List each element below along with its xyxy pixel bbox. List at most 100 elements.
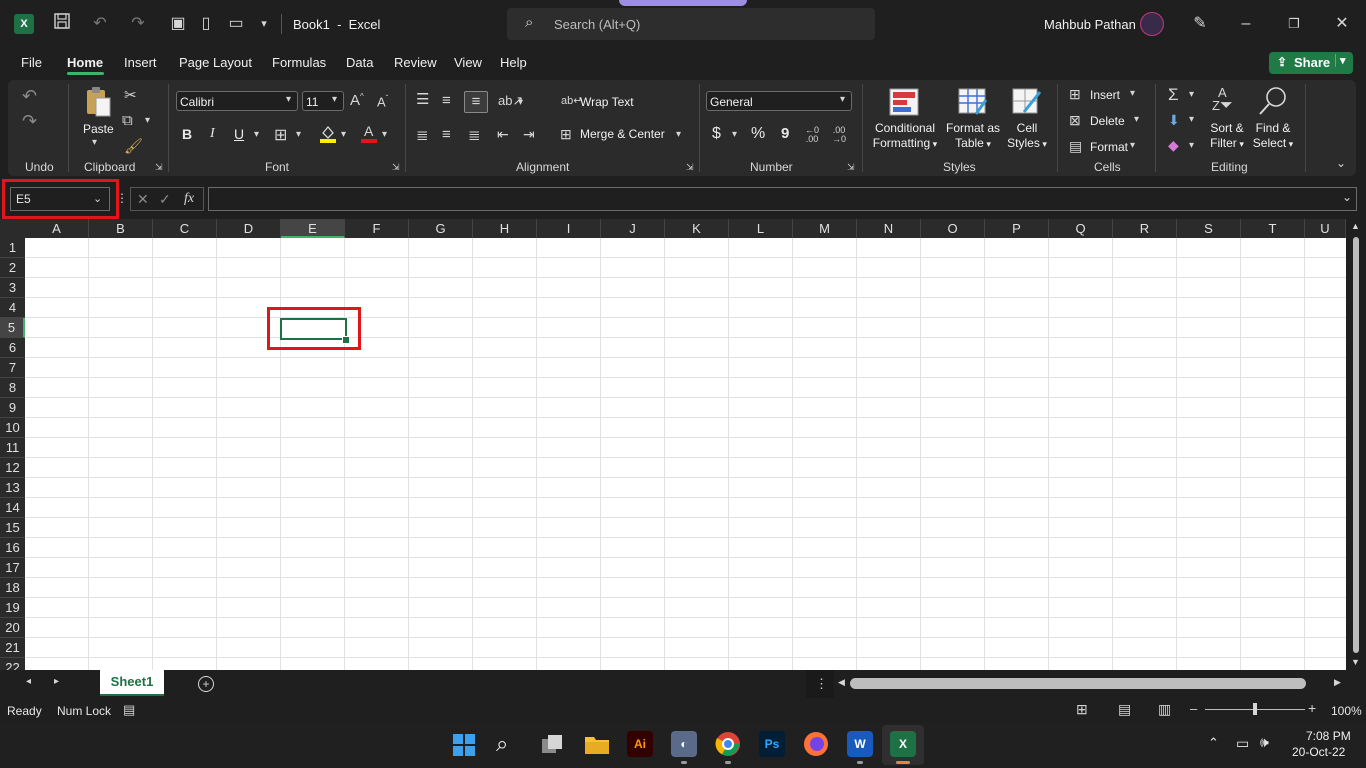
app-icon[interactable]: ◐	[671, 731, 697, 757]
column-header-a[interactable]: A	[25, 219, 89, 238]
font-color-dropdown-icon[interactable]: ▾	[382, 129, 387, 140]
delete-cells-icon[interactable]: ⊠	[1069, 112, 1081, 129]
avatar[interactable]	[1140, 12, 1164, 36]
firefox-icon[interactable]	[803, 731, 829, 757]
illustrator-icon[interactable]: Ai	[627, 731, 653, 757]
task-view-icon[interactable]	[540, 733, 564, 755]
wrap-text-button[interactable]: Wrap Text	[580, 95, 634, 110]
increase-indent-icon[interactable]: ⇥	[523, 126, 535, 143]
merge-center-button[interactable]: Merge & Center	[580, 127, 665, 142]
number-format-select[interactable]: General	[706, 91, 852, 111]
merge-dropdown-icon[interactable]: ▾	[676, 129, 681, 140]
row-header-6[interactable]: 6	[0, 338, 25, 358]
autosum-icon[interactable]: Σ	[1168, 85, 1179, 105]
clock-time[interactable]: 7:08 PM	[1306, 729, 1351, 743]
insert-function-button[interactable]: fx	[184, 191, 194, 207]
menu-home[interactable]: Home	[67, 54, 103, 72]
menu-data[interactable]: Data	[346, 54, 373, 72]
search-icon[interactable]: ⌕	[496, 731, 508, 757]
conditional-formatting-button[interactable]: Conditional Formatting ▾	[872, 121, 938, 152]
row-header-15[interactable]: 15	[0, 518, 25, 538]
align-top-icon[interactable]: ☰	[416, 90, 429, 108]
paste-dropdown-icon[interactable]: ▾	[92, 137, 97, 148]
scroll-right-icon[interactable]: ▶	[1334, 677, 1341, 688]
expand-formula-bar-icon[interactable]: ⌄	[1342, 190, 1352, 204]
column-header-m[interactable]: M	[793, 219, 857, 238]
menu-file[interactable]: File	[21, 54, 42, 72]
column-header-i[interactable]: I	[537, 219, 601, 238]
prev-sheet-icon[interactable]: ◂	[26, 676, 31, 687]
row-header-20[interactable]: 20	[0, 618, 25, 638]
format-painter-icon[interactable]: 🖌	[124, 137, 143, 155]
delete-cells-button[interactable]: Delete	[1090, 114, 1125, 129]
vertical-scroll-thumb[interactable]	[1353, 237, 1359, 653]
align-bottom-icon[interactable]: ≡	[464, 91, 488, 113]
insert-cells-icon[interactable]: ⊞	[1069, 86, 1081, 103]
cell-grid[interactable]	[25, 238, 1346, 670]
row-header-21[interactable]: 21	[0, 638, 25, 658]
column-header-t[interactable]: T	[1241, 219, 1305, 238]
new-file-icon[interactable]: ▯	[194, 12, 218, 36]
zoom-level[interactable]: 100%	[1331, 704, 1362, 718]
add-sheet-icon[interactable]: +	[198, 676, 214, 692]
row-header-2[interactable]: 2	[0, 258, 25, 278]
increase-font-icon[interactable]: A^	[350, 92, 364, 109]
decrease-font-icon[interactable]: Aˇ	[377, 94, 388, 109]
align-center-icon[interactable]: ≡	[442, 126, 451, 143]
conditional-formatting-icon[interactable]	[889, 88, 919, 116]
align-left-icon[interactable]: ≣	[416, 126, 429, 144]
row-header-13[interactable]: 13	[0, 478, 25, 498]
row-header-12[interactable]: 12	[0, 458, 25, 478]
ribbon-collapse-icon[interactable]: ⌄	[1336, 156, 1346, 170]
menu-insert[interactable]: Insert	[124, 54, 157, 72]
start-icon[interactable]	[452, 733, 476, 757]
decrease-decimal-icon[interactable]: .00 →0	[832, 126, 846, 144]
comma-button[interactable]: 9	[781, 125, 789, 142]
column-header-b[interactable]: B	[89, 219, 153, 238]
menu-help[interactable]: Help	[500, 54, 527, 72]
row-header-19[interactable]: 19	[0, 598, 25, 618]
share-button[interactable]: ⇪ Share ▾	[1269, 52, 1353, 74]
merge-center-icon[interactable]: ⊞	[560, 126, 572, 143]
file-explorer-icon[interactable]	[584, 733, 610, 755]
column-header-p[interactable]: P	[985, 219, 1049, 238]
word-icon[interactable]: W	[847, 731, 873, 757]
autosum-dropdown-icon[interactable]: ▾	[1189, 89, 1194, 100]
paste-icon[interactable]	[84, 86, 112, 118]
confirm-entry-icon[interactable]: ✓	[159, 191, 171, 208]
column-header-s[interactable]: S	[1177, 219, 1241, 238]
sheet-tab-sheet1[interactable]: Sheet1	[100, 670, 164, 696]
page-layout-view-icon[interactable]: ▤	[1118, 701, 1131, 718]
percent-button[interactable]: %	[751, 125, 765, 143]
zoom-out-icon[interactable]: –	[1190, 701, 1197, 716]
column-header-u[interactable]: U	[1305, 219, 1346, 238]
scroll-up-icon[interactable]: ▲	[1351, 221, 1360, 231]
column-header-q[interactable]: Q	[1049, 219, 1113, 238]
zoom-in-icon[interactable]: +	[1308, 700, 1316, 716]
format-dropdown-icon[interactable]: ▾	[1130, 140, 1135, 151]
column-header-l[interactable]: L	[729, 219, 793, 238]
print-preview-icon[interactable]: ▣	[166, 12, 190, 36]
align-right-icon[interactable]: ≣	[468, 126, 481, 144]
font-name-select[interactable]: Calibri	[176, 91, 298, 111]
sort-filter-button[interactable]: Sort & Filter ▾	[1206, 121, 1248, 152]
scroll-left-icon[interactable]: ◀	[838, 677, 845, 688]
fill-color-dropdown-icon[interactable]: ▾	[341, 129, 346, 140]
clear-dropdown-icon[interactable]: ▾	[1189, 140, 1194, 151]
currency-dropdown-icon[interactable]: ▾	[732, 129, 737, 140]
row-header-17[interactable]: 17	[0, 558, 25, 578]
column-header-n[interactable]: N	[857, 219, 921, 238]
find-select-button[interactable]: Find & Select ▾	[1250, 121, 1296, 152]
zoom-slider-thumb[interactable]	[1253, 703, 1257, 715]
font-color-icon[interactable]: A	[361, 122, 377, 144]
italic-button[interactable]: I	[210, 126, 215, 142]
search-box[interactable]: ⌕ Search (Alt+Q)	[507, 8, 875, 40]
borders-dropdown-icon[interactable]: ▾	[296, 129, 301, 140]
clipboard-launcher-icon[interactable]: ⇲	[155, 162, 163, 173]
ribbon-redo-icon[interactable]: ↷	[22, 111, 37, 132]
number-launcher-icon[interactable]: ⇲	[847, 162, 855, 173]
column-header-r[interactable]: R	[1113, 219, 1177, 238]
underline-dropdown-icon[interactable]: ▾	[254, 129, 259, 140]
cut-icon[interactable]: ✂	[124, 86, 137, 104]
format-cells-button[interactable]: Format	[1090, 140, 1128, 155]
